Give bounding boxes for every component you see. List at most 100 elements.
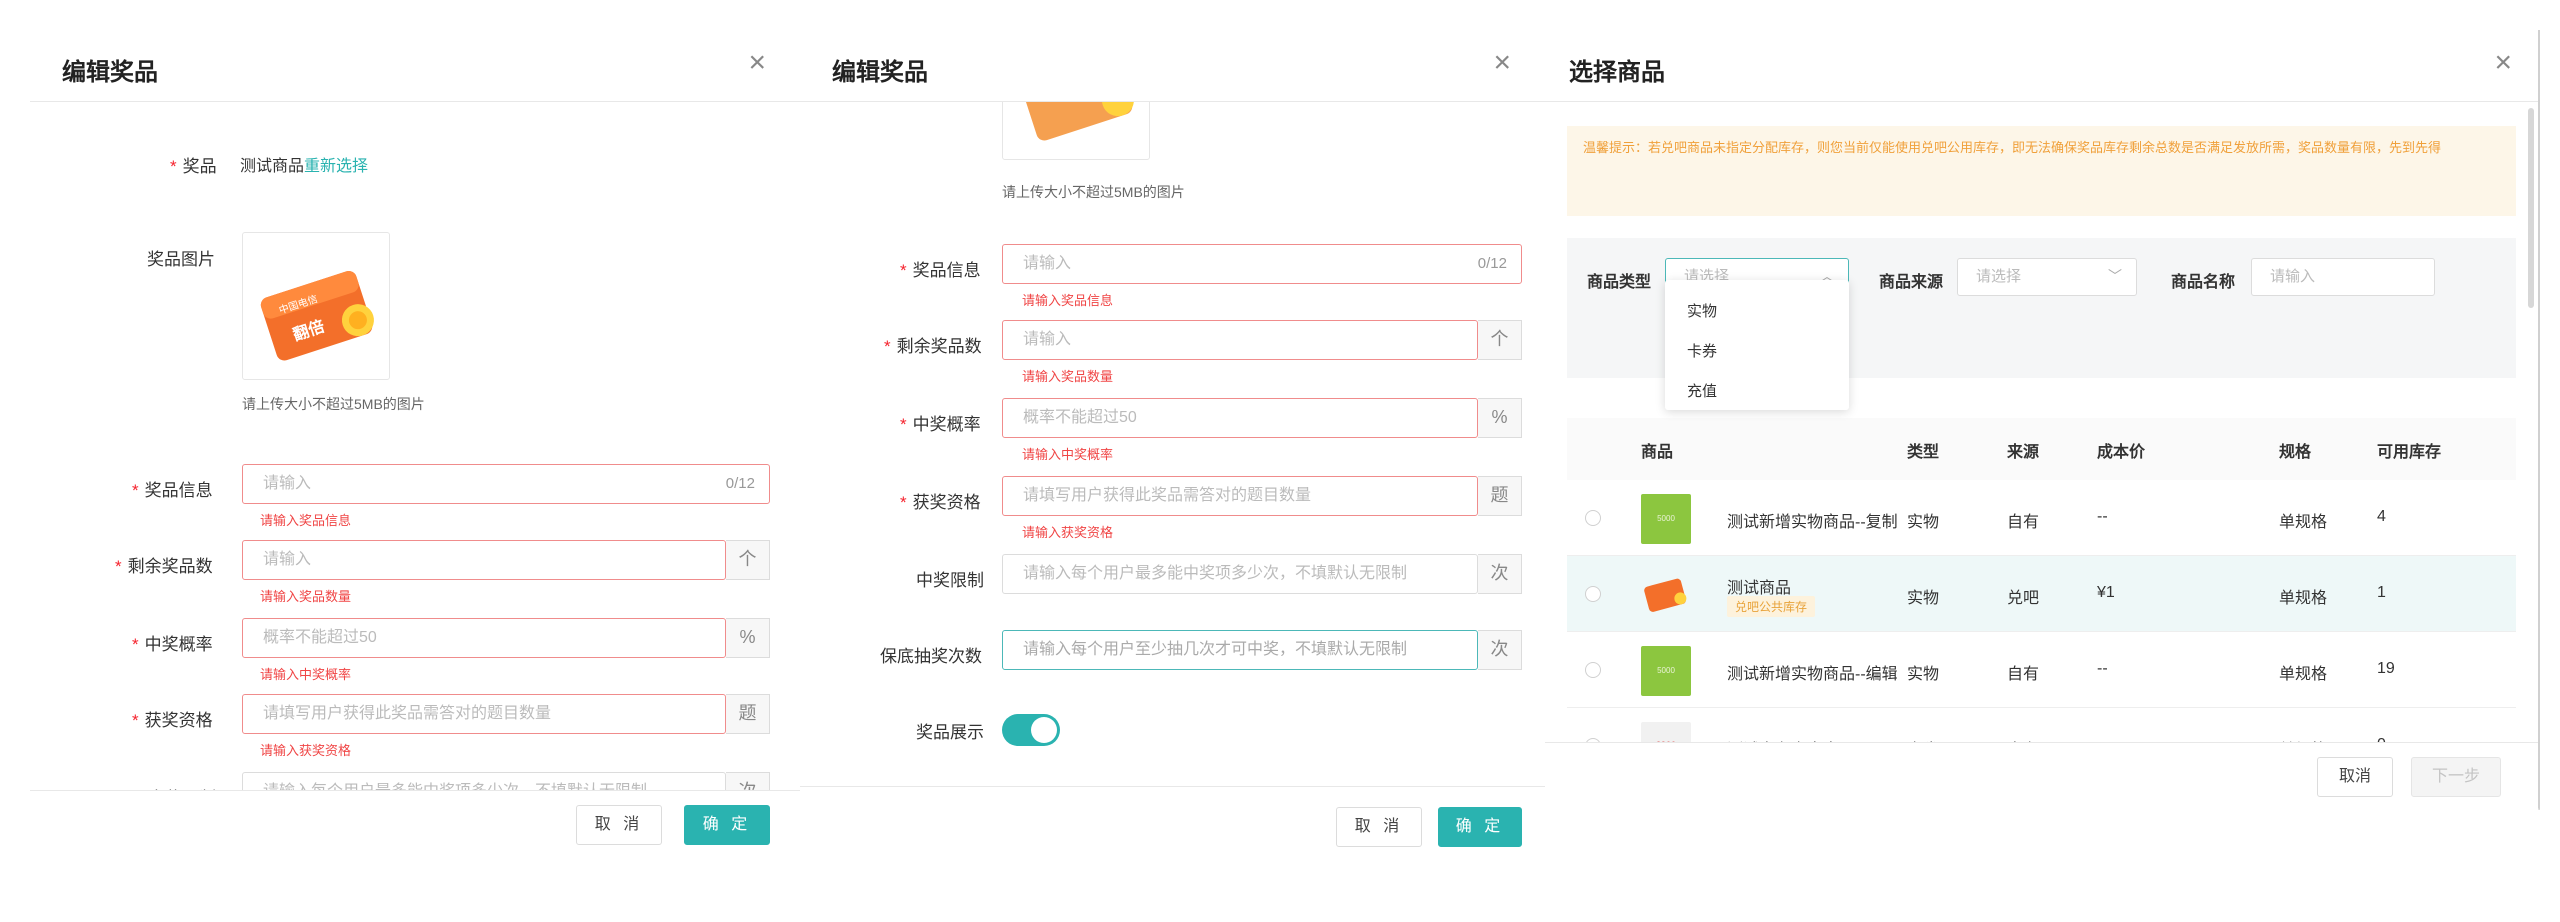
- product-source-select[interactable]: 请选择 ﹀: [1957, 258, 2137, 296]
- public-stock-badge: 兑吧公共库存: [1727, 596, 1816, 617]
- prize-info-input[interactable]: 请输入 0/12: [242, 464, 770, 504]
- guarantee-draw-label: 保底抽奖次数: [880, 647, 982, 666]
- remaining-count-label: * 剩余奖品数: [884, 337, 982, 356]
- prize-display-label: 奖品展示: [916, 723, 984, 742]
- remaining-count-input[interactable]: 请输入: [1002, 320, 1478, 360]
- qualification-error: 请输入获奖资格: [260, 743, 352, 758]
- table-header: 商品 类型 来源 成本价 规格 可用库存: [1567, 418, 2516, 480]
- product-thumbnail: [1641, 570, 1691, 620]
- product-cost: --: [2097, 508, 2108, 525]
- product-name-label: 商品名称: [2171, 274, 2236, 291]
- win-rate-label: * 中奖概率: [900, 415, 981, 434]
- cancel-button[interactable]: 取 消: [1336, 807, 1422, 847]
- product-spec: 单规格: [2279, 514, 2328, 531]
- edit-prize-dialog-2: 编辑奖品 × 请上传大小不超过5MB的图片 * 奖品信息 请输入 0/12 请输入奖…: [800, 30, 1545, 866]
- product-spec: 单规格: [2279, 590, 2328, 607]
- prize-info-error: 请输入奖品信息: [1022, 293, 1114, 308]
- product-source-label: 商品来源: [1879, 274, 1944, 291]
- table-row[interactable]: 5000 测试新增实物商品--复制 实物 自有 -- 单规格 4: [1567, 480, 2516, 556]
- close-icon[interactable]: ×: [1493, 48, 1511, 78]
- dropdown-option-coupon[interactable]: 卡券: [1687, 340, 1717, 361]
- confirm-button[interactable]: 确 定: [1438, 807, 1522, 847]
- qualification-label: * 获奖资格: [900, 493, 981, 512]
- product-name-input[interactable]: 请输入: [2251, 258, 2435, 296]
- product-source: 自有: [2007, 666, 2040, 683]
- dialog-header: 编辑奖品 ×: [800, 30, 1545, 102]
- dialog-title: 编辑奖品: [62, 59, 158, 86]
- dialog-footer: 取 消 确 定: [30, 790, 800, 872]
- win-rate-error: 请输入中奖概率: [1022, 447, 1114, 462]
- win-rate-input[interactable]: 概率不能超过50: [1002, 398, 1478, 438]
- question-addon: 题: [1478, 476, 1522, 516]
- char-counter: 0/12: [1477, 255, 1507, 272]
- qualification-label: * 获奖资格: [132, 711, 213, 730]
- guarantee-draw-input[interactable]: 请输入每个用户至少抽几次才可中奖，不填默认无限制: [1002, 630, 1478, 670]
- row-radio[interactable]: [1585, 662, 1601, 678]
- product-type-label: 商品类型: [1587, 274, 1652, 291]
- win-limit-input[interactable]: 请输入每个用户最多能中奖项多少次，不填默认无限制: [1002, 554, 1478, 594]
- col-type: 类型: [1907, 444, 1940, 461]
- prize-image-upload[interactable]: 中国电信 翻倍: [242, 232, 390, 380]
- reselect-link[interactable]: 重新选择: [304, 158, 368, 175]
- remaining-count-error: 请输入奖品数量: [1022, 369, 1114, 384]
- notice-banner: 温馨提示：若兑吧商品未指定分配库存，则您当前仅能使用兑吧公用库存，即无法确保奖品…: [1567, 126, 2516, 216]
- product-spec: 单规格: [2279, 666, 2328, 683]
- percent-addon: %: [726, 618, 770, 658]
- product-name: 测试商品: [1727, 580, 1792, 597]
- next-step-button[interactable]: 下一步: [2411, 757, 2501, 797]
- col-spec: 规格: [2279, 444, 2312, 461]
- product-stock: 19: [2377, 660, 2395, 677]
- win-rate-label: * 中奖概率: [132, 635, 213, 654]
- remaining-count-label: * 剩余奖品数: [115, 557, 213, 576]
- product-thumbnail: 5000: [1641, 646, 1691, 696]
- product-stock: 4: [2377, 508, 2386, 525]
- close-icon[interactable]: ×: [748, 48, 766, 78]
- qualification-error: 请输入获奖资格: [1022, 525, 1114, 540]
- qualification-input[interactable]: 请填写用户获得此奖品需答对的题目数量: [242, 694, 726, 734]
- prize-info-label: * 奖品信息: [900, 261, 981, 280]
- row-radio[interactable]: [1585, 510, 1601, 526]
- table-row[interactable]: 测试商品 兑吧公共库存 实物 兑吧 ¥1 单规格 1: [1567, 556, 2516, 632]
- prize-info-input[interactable]: 请输入 0/12: [1002, 244, 1522, 284]
- unit-addon: 个: [1478, 320, 1522, 360]
- image-hint: 请上传大小不超过5MB的图片: [242, 396, 425, 412]
- unit-addon: 个: [726, 540, 770, 580]
- image-hint: 请上传大小不超过5MB的图片: [1002, 184, 1185, 200]
- dialog-title: 编辑奖品: [832, 59, 928, 86]
- dialog-footer: 取 消 确 定: [800, 786, 1545, 866]
- dialog-body: * 奖品 测试商品重新选择 奖品图片 中国电信 翻倍 请上传大小不超过5MB的图片…: [30, 102, 800, 860]
- prize-image-upload[interactable]: [1002, 102, 1150, 160]
- prize-card-image: 中国电信 翻倍: [260, 271, 374, 361]
- confirm-button[interactable]: 确 定: [684, 805, 770, 845]
- scrollbar[interactable]: [2528, 108, 2534, 308]
- prize-label: * 奖品: [170, 157, 217, 176]
- prize-info-label: * 奖品信息: [132, 481, 213, 500]
- qualification-input[interactable]: 请填写用户获得此奖品需答对的题目数量: [1002, 476, 1478, 516]
- win-limit-label: 中奖限制: [916, 571, 984, 590]
- col-source: 来源: [2007, 444, 2040, 461]
- table-row[interactable]: 5000 测试新增实物商品--编辑 实物 自有 -- 单规格 19: [1567, 632, 2516, 708]
- win-rate-input[interactable]: 概率不能超过50: [242, 618, 726, 658]
- product-source: 兑吧: [2007, 590, 2040, 607]
- prize-info-error: 请输入奖品信息: [260, 513, 352, 528]
- col-cost: 成本价: [2097, 444, 2146, 461]
- char-counter: 0/12: [725, 475, 755, 492]
- prize-image-label: 奖品图片: [147, 250, 215, 269]
- cancel-button[interactable]: 取消: [2317, 757, 2393, 797]
- product-cost: ¥1: [2097, 584, 2115, 601]
- prize-display-toggle[interactable]: [1002, 714, 1060, 746]
- times-addon: 次: [1478, 554, 1522, 594]
- row-radio[interactable]: [1585, 586, 1601, 602]
- remaining-count-error: 请输入奖品数量: [260, 589, 352, 604]
- close-icon[interactable]: ×: [2494, 48, 2512, 78]
- dropdown-option-physical[interactable]: 实物: [1687, 300, 1717, 321]
- dropdown-option-recharge[interactable]: 充值: [1687, 380, 1717, 401]
- select-product-dialog: 选择商品 × 温馨提示：若兑吧商品未指定分配库存，则您当前仅能使用兑吧公用库存，…: [1545, 30, 2540, 810]
- col-product: 商品: [1641, 444, 1674, 461]
- col-stock: 可用库存: [2377, 444, 2442, 461]
- dialog-header: 编辑奖品 ×: [30, 30, 800, 102]
- product-name: 测试新增实物商品--编辑: [1727, 666, 1898, 683]
- remaining-count-input[interactable]: 请输入: [242, 540, 726, 580]
- question-addon: 题: [726, 694, 770, 734]
- cancel-button[interactable]: 取 消: [576, 805, 662, 845]
